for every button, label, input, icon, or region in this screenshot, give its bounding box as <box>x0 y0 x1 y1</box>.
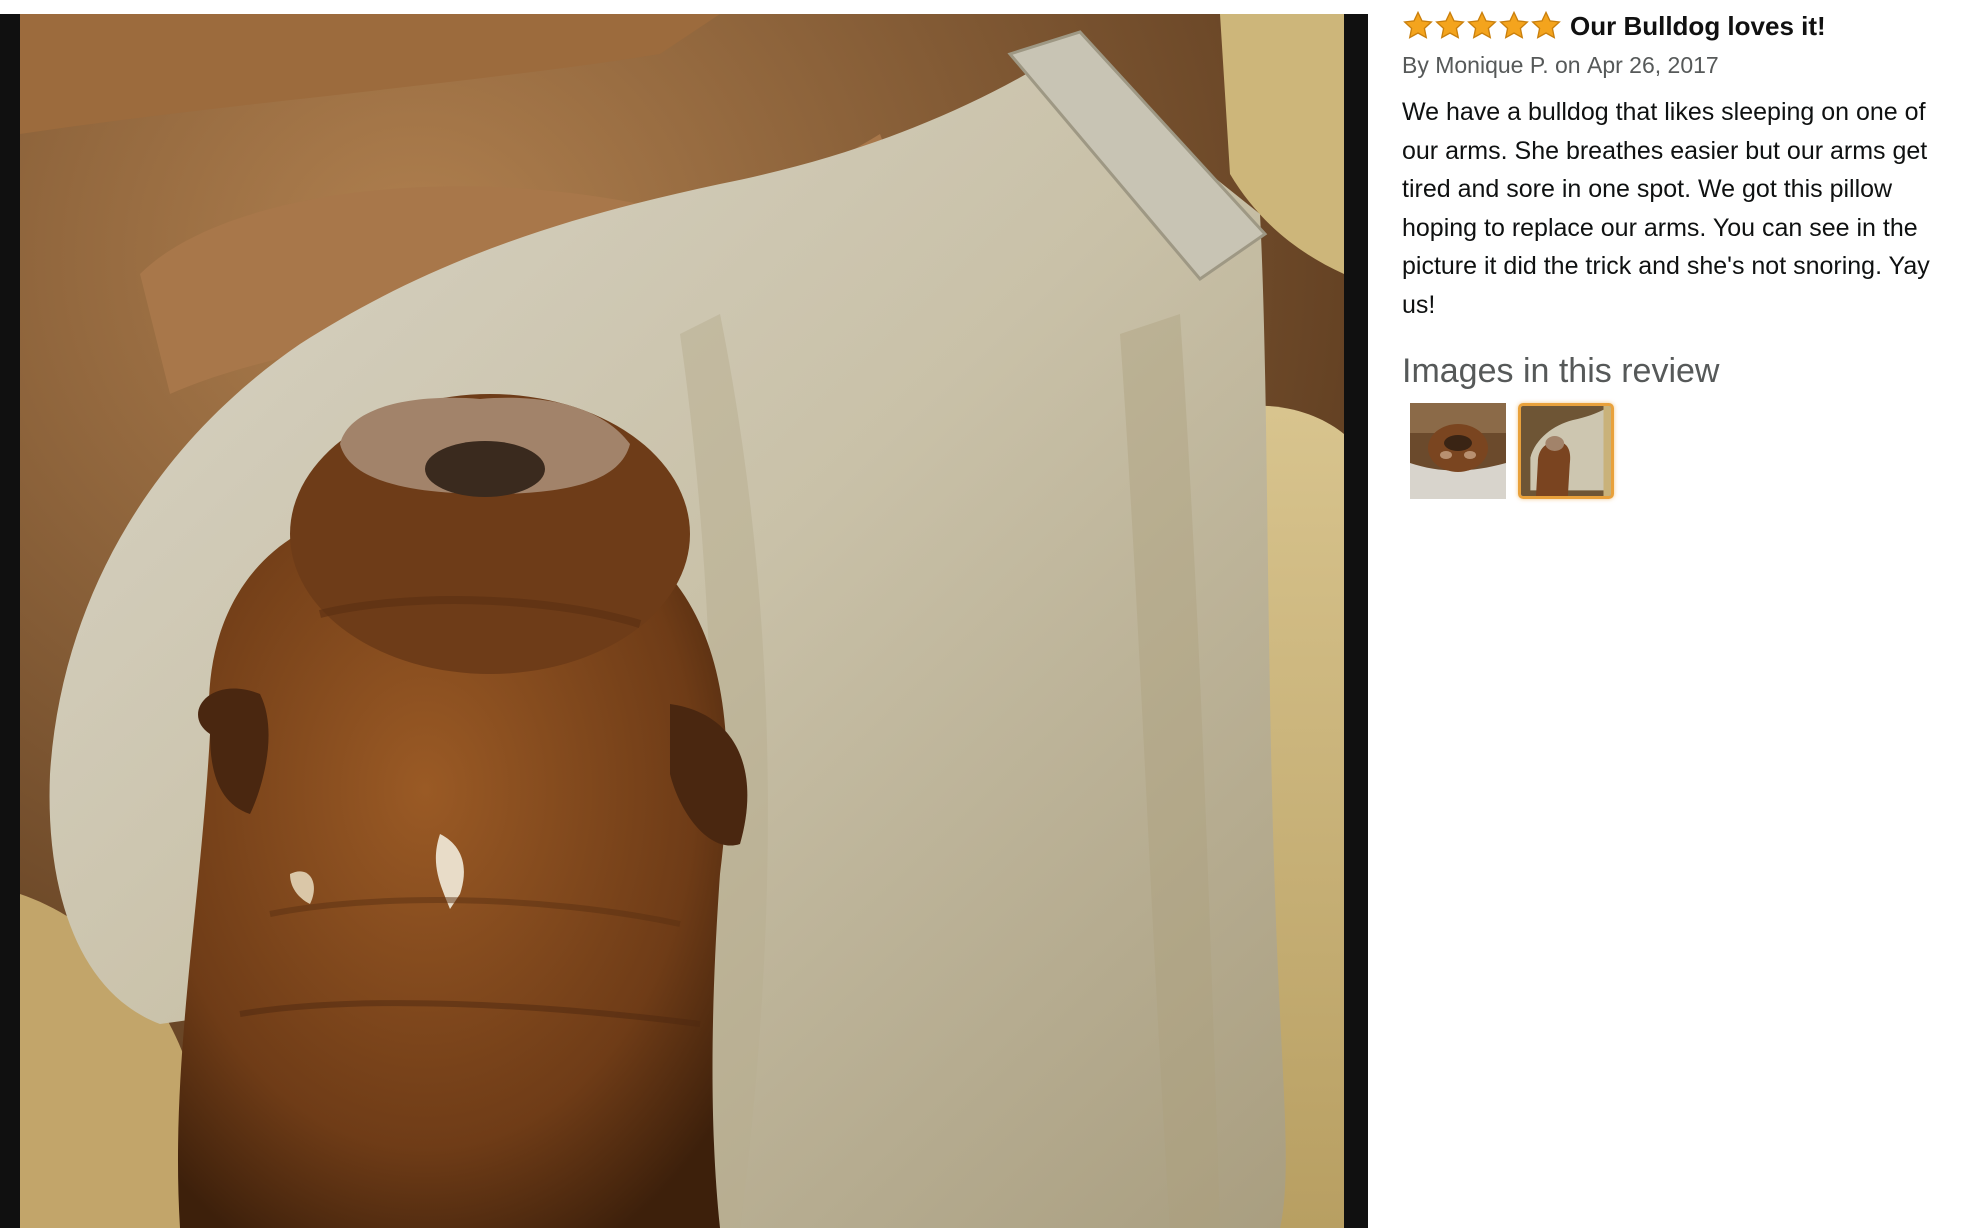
star-icon <box>1435 10 1465 39</box>
review-byline: By Monique P. on Apr 26, 2017 <box>1402 52 1958 79</box>
review-date: Apr 26, 2017 <box>1587 52 1719 78</box>
review-image-thumbnails <box>1410 403 1958 499</box>
star-icon <box>1531 10 1561 39</box>
review-body: We have a bulldog that likes sleeping on… <box>1402 98 1930 319</box>
byline-date-prefix: on <box>1548 52 1587 78</box>
star-icon <box>1467 10 1497 39</box>
byline-prefix: By <box>1402 52 1436 78</box>
star-rating[interactable] <box>1402 10 1562 42</box>
review-image-thumbnail-2[interactable] <box>1518 403 1614 499</box>
review-photo-large[interactable] <box>20 14 1344 1228</box>
review-image-thumbnail-1[interactable] <box>1410 403 1506 499</box>
images-section-heading: Images in this review <box>1402 352 1720 390</box>
review-header: Our Bulldog loves it! <box>1402 8 1958 44</box>
review-author[interactable]: Monique P. <box>1435 52 1548 79</box>
review-panel: Our Bulldog loves it! By Monique P. on A… <box>1402 8 1958 499</box>
star-icon <box>1499 10 1529 39</box>
star-icon <box>1403 10 1433 39</box>
review-title[interactable]: Our Bulldog loves it! <box>1570 11 1826 42</box>
image-viewer <box>0 14 1368 1228</box>
